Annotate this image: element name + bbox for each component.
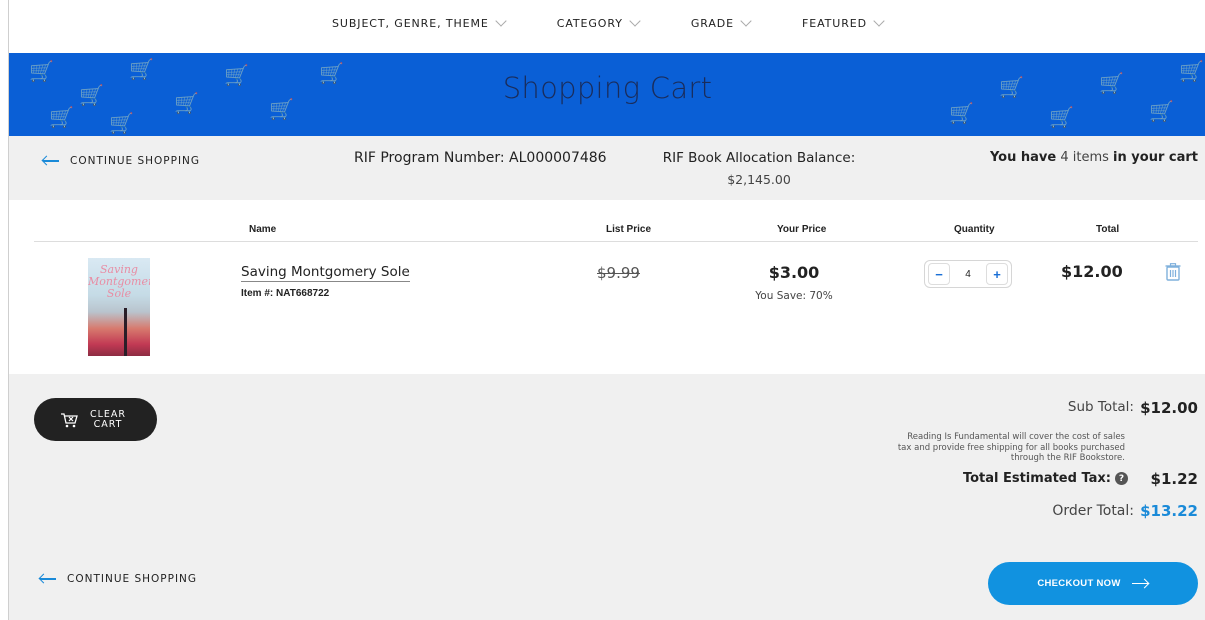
page-title: Shopping Cart xyxy=(502,71,713,105)
header-quantity: Quantity xyxy=(954,224,995,235)
arrow-right-icon xyxy=(1131,579,1149,589)
subtotal-value: $12.00 xyxy=(1140,399,1198,417)
items-count: 4 items xyxy=(1060,150,1109,165)
allocation-balance: RIF Book Allocation Balance: $2,145.00 xyxy=(659,150,859,187)
clear-cart-label: CLEAR CART xyxy=(89,408,127,430)
plus-icon: + xyxy=(993,266,1001,282)
nav-category[interactable]: CATEGORY xyxy=(556,15,641,53)
nav-label: SUBJECT, GENRE, THEME xyxy=(332,17,489,30)
clear-cart-button[interactable]: CLEAR CART xyxy=(34,398,157,441)
nav-label: GRADE xyxy=(690,17,734,30)
tax-label-group: Total Estimated Tax: ? xyxy=(963,471,1128,486)
chevron-down-icon xyxy=(740,15,752,27)
item-number: Item #: NAT668722 xyxy=(241,288,330,299)
quantity-input[interactable]: 4 xyxy=(953,269,983,280)
help-icon[interactable]: ? xyxy=(1115,472,1128,485)
cart-table-header: Name List Price Your Price Quantity Tota… xyxy=(34,200,1198,242)
cart-row: Saving Montgomery Sole Saving Montgomery… xyxy=(9,242,1205,374)
tax-label: Total Estimated Tax: xyxy=(962,471,1111,486)
subtotal-label: Sub Total: xyxy=(1067,399,1134,415)
order-total-value: $13.22 xyxy=(1140,502,1198,520)
items-prefix: You have xyxy=(989,150,1057,165)
quantity-stepper: − 4 + xyxy=(924,260,1012,288)
nav-grade[interactable]: GRADE xyxy=(690,15,752,53)
checkout-button[interactable]: CHECKOUT NOW xyxy=(988,562,1198,605)
page-banner: 🛒 🛒 🛒 🛒 🛒 🛒 🛒 🛒 🛒 🛒 🛒 🛒 🛒 🛒 🛒 Shopping Cart xyxy=(9,53,1205,136)
tax-value: $1.22 xyxy=(1150,470,1198,488)
chevron-down-icon xyxy=(629,15,641,27)
tax-shipping-note: Reading Is Fundamental will cover the co… xyxy=(897,432,1125,463)
allocation-label: RIF Book Allocation Balance: xyxy=(662,150,856,166)
top-nav: SUBJECT, GENRE, THEME CATEGORY GRADE FEA… xyxy=(9,0,1205,53)
program-number: RIF Program Number: AL000007486 xyxy=(354,150,607,166)
chevron-down-icon xyxy=(873,15,885,27)
minus-icon: − xyxy=(935,266,943,282)
cart-summary-area: CLEAR CART Sub Total: $12.00 Reading Is … xyxy=(9,374,1205,620)
nav-featured[interactable]: FEATURED xyxy=(802,15,885,53)
your-price: $3.00 xyxy=(768,263,820,282)
header-total: Total xyxy=(1096,224,1120,235)
arrow-left-icon xyxy=(42,156,60,166)
list-price: $9.99 xyxy=(597,264,640,282)
product-name-link[interactable]: Saving Montgomery Sole xyxy=(241,264,410,282)
book-cover-image[interactable]: Saving Montgomery Sole xyxy=(88,258,150,356)
continue-shopping-label: CONTINUE SHOPPING xyxy=(67,573,198,585)
allocation-value: $2,145.00 xyxy=(727,172,791,187)
chevron-down-icon xyxy=(495,15,507,27)
trash-icon[interactable] xyxy=(1165,263,1181,281)
continue-shopping-link[interactable]: CONTINUE SHOPPING xyxy=(42,155,200,167)
cart-info-bar: CONTINUE SHOPPING RIF Program Number: AL… xyxy=(9,136,1205,200)
arrow-left-icon xyxy=(39,574,57,584)
savings-text: You Save: 70% xyxy=(755,290,833,302)
cart-item-count: You have 4 items in your cart xyxy=(990,150,1198,165)
nav-label: FEATURED xyxy=(802,17,867,30)
cover-illustration xyxy=(124,308,127,356)
continue-shopping-link-bottom[interactable]: CONTINUE SHOPPING xyxy=(39,573,197,585)
increase-quantity-button[interactable]: + xyxy=(986,263,1008,285)
order-total-label: Order Total: xyxy=(1052,503,1134,519)
nav-label: CATEGORY xyxy=(556,17,623,30)
page: SUBJECT, GENRE, THEME CATEGORY GRADE FEA… xyxy=(8,0,1205,620)
row-total: $12.00 xyxy=(1061,262,1123,281)
cover-title: Saving Montgomery Sole xyxy=(88,263,150,300)
header-name: Name xyxy=(249,224,277,235)
cart-clear-icon xyxy=(61,412,78,427)
decrease-quantity-button[interactable]: − xyxy=(928,263,950,285)
nav-subject-genre-theme[interactable]: SUBJECT, GENRE, THEME xyxy=(332,15,507,53)
continue-shopping-label: CONTINUE SHOPPING xyxy=(70,155,201,167)
header-list-price: List Price xyxy=(606,224,652,235)
header-your-price: Your Price xyxy=(777,224,827,235)
items-suffix: in your cart xyxy=(1113,150,1198,165)
checkout-label: CHECKOUT NOW xyxy=(1037,578,1121,589)
